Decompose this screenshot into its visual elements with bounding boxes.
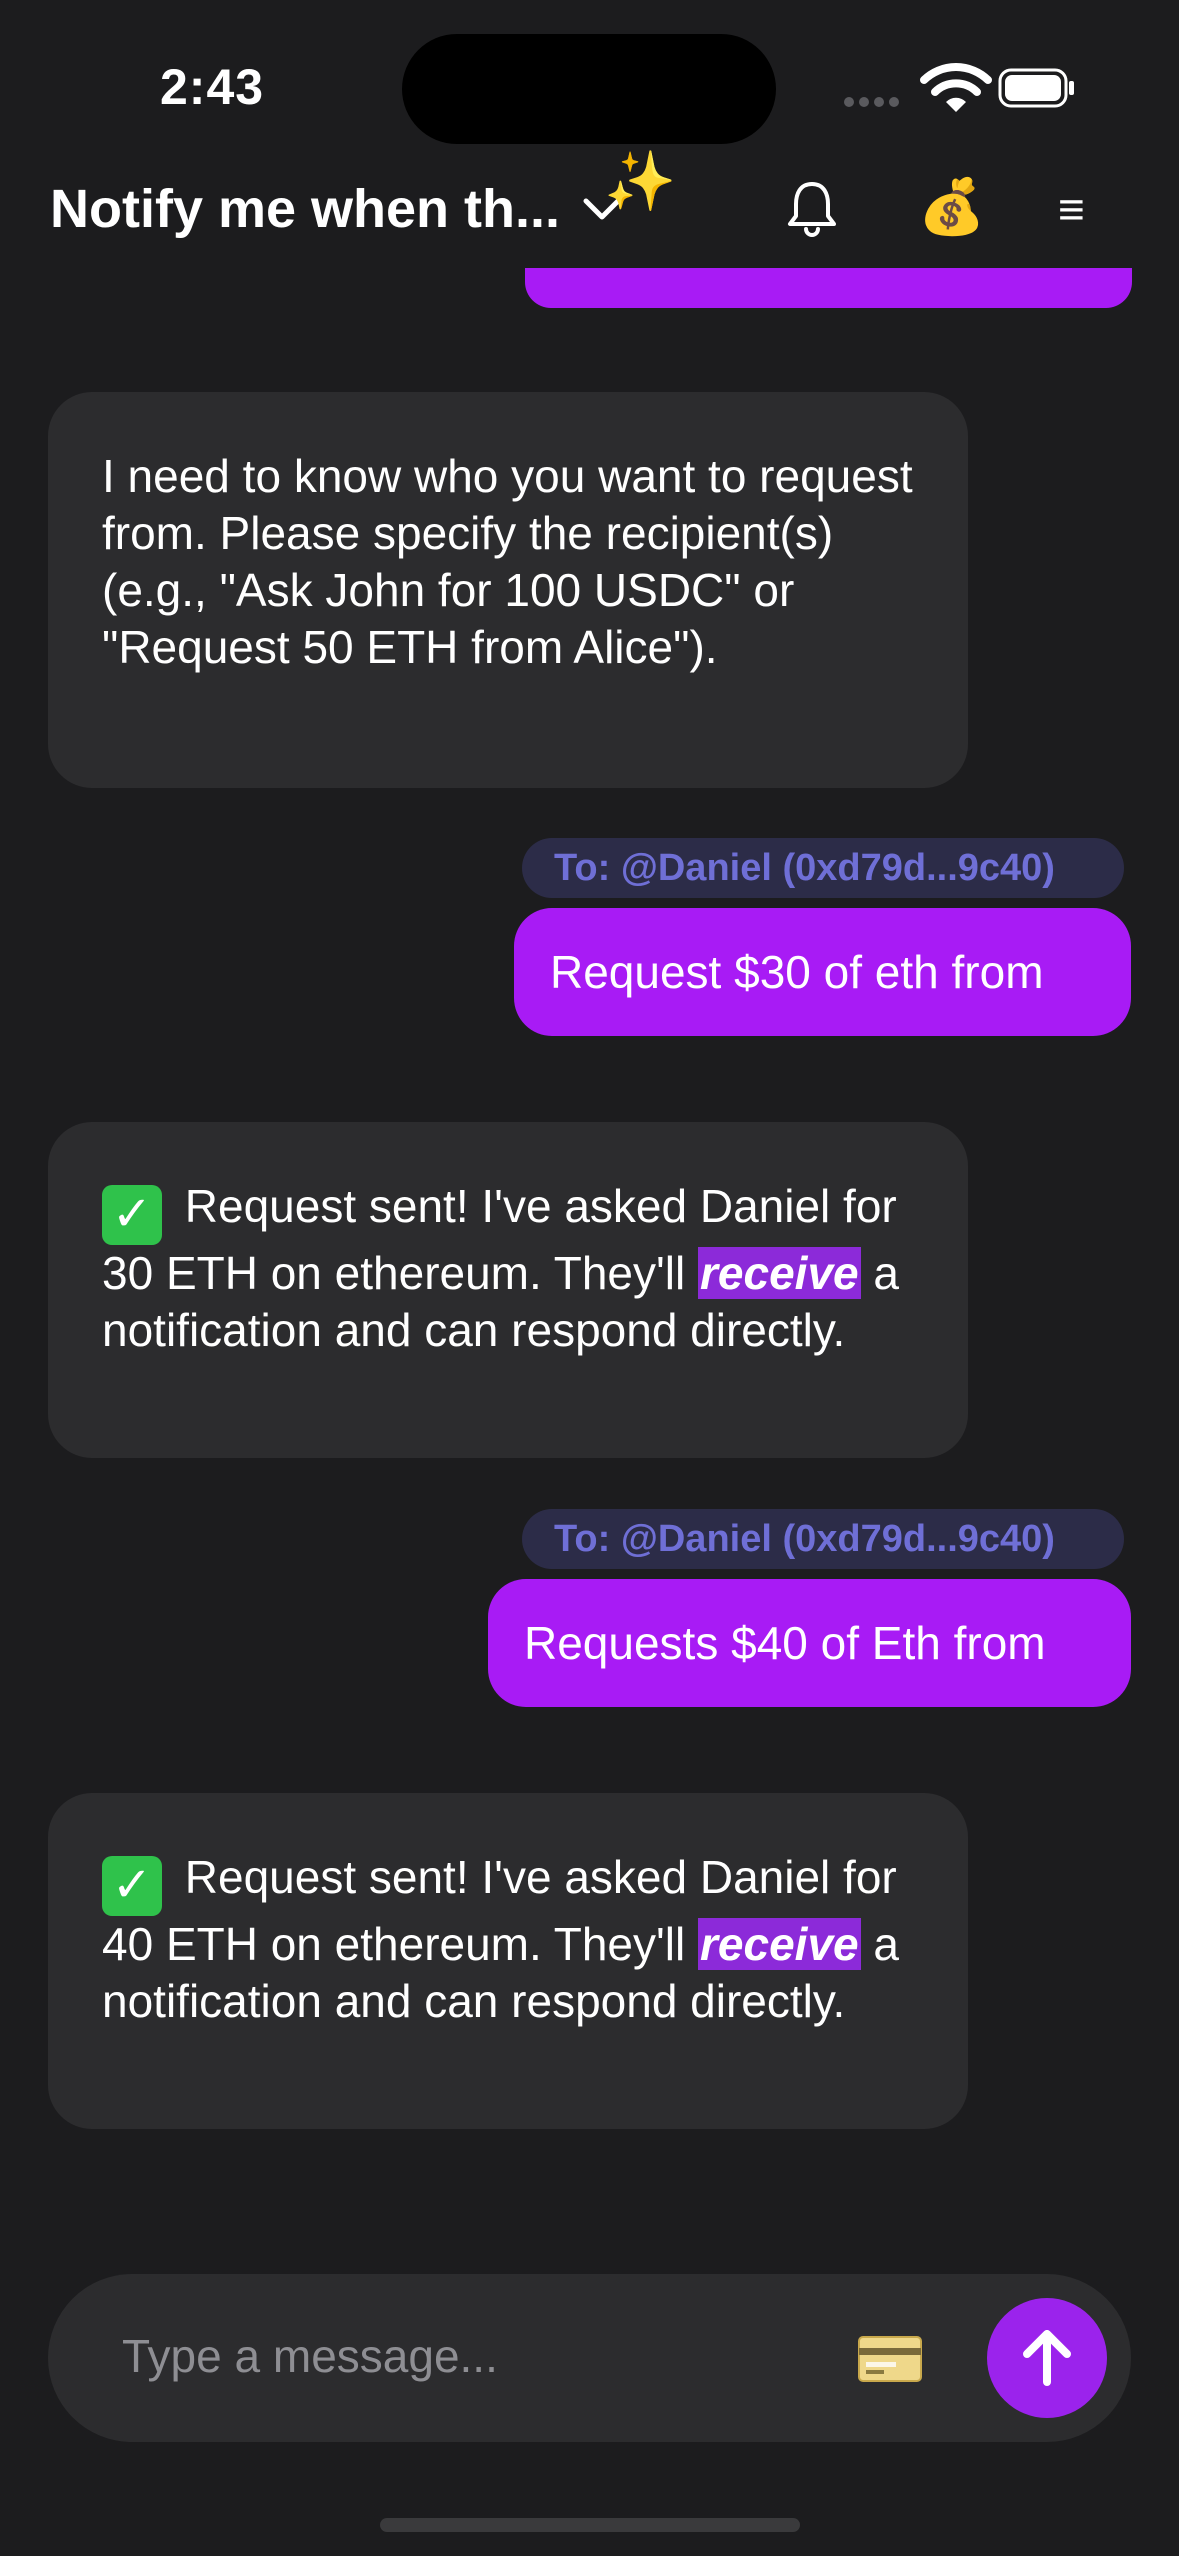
credit-card-icon[interactable] [858, 2336, 922, 2382]
assistant-message: ✓ Request sent! I've asked Daniel for 30… [48, 1122, 968, 1458]
recipient-pill[interactable]: To: @Daniel (0xd79d...9c40) [522, 1509, 1124, 1569]
dynamic-island [402, 34, 776, 144]
previous-user-message-bubble [525, 268, 1132, 308]
battery-icon [998, 68, 1074, 108]
home-indicator[interactable] [380, 2518, 800, 2532]
assistant-message: I need to know who you want to request f… [48, 392, 968, 788]
user-message: Request $30 of eth from [514, 908, 1131, 1036]
chat-title: Notify me when th... [50, 179, 561, 239]
message-input[interactable] [120, 2320, 804, 2392]
menu-icon[interactable]: ≡ [1058, 186, 1085, 232]
cellular-signal-icon [844, 94, 904, 112]
chat-title-dropdown[interactable]: Notify me when th... [50, 178, 622, 240]
arrow-up-icon [1023, 2330, 1071, 2386]
user-message: Requests $40 of Eth from [488, 1579, 1131, 1707]
bell-icon[interactable] [786, 180, 838, 238]
assistant-message-text: I need to know who you want to request f… [102, 450, 913, 673]
wifi-icon [920, 63, 992, 112]
highlighted-word: receive [698, 1247, 861, 1299]
send-button[interactable] [987, 2298, 1107, 2418]
money-bag-icon[interactable]: 💰 [918, 176, 985, 239]
highlighted-word: receive [698, 1918, 861, 1970]
status-time: 2:43 [160, 59, 265, 115]
assistant-message: ✓ Request sent! I've asked Daniel for 40… [48, 1793, 968, 2129]
check-mark-icon: ✓ [102, 1185, 162, 1245]
check-mark-icon: ✓ [102, 1856, 162, 1916]
sparkle-icon[interactable]: ✨ [604, 148, 676, 216]
recipient-pill[interactable]: To: @Daniel (0xd79d...9c40) [522, 838, 1124, 898]
